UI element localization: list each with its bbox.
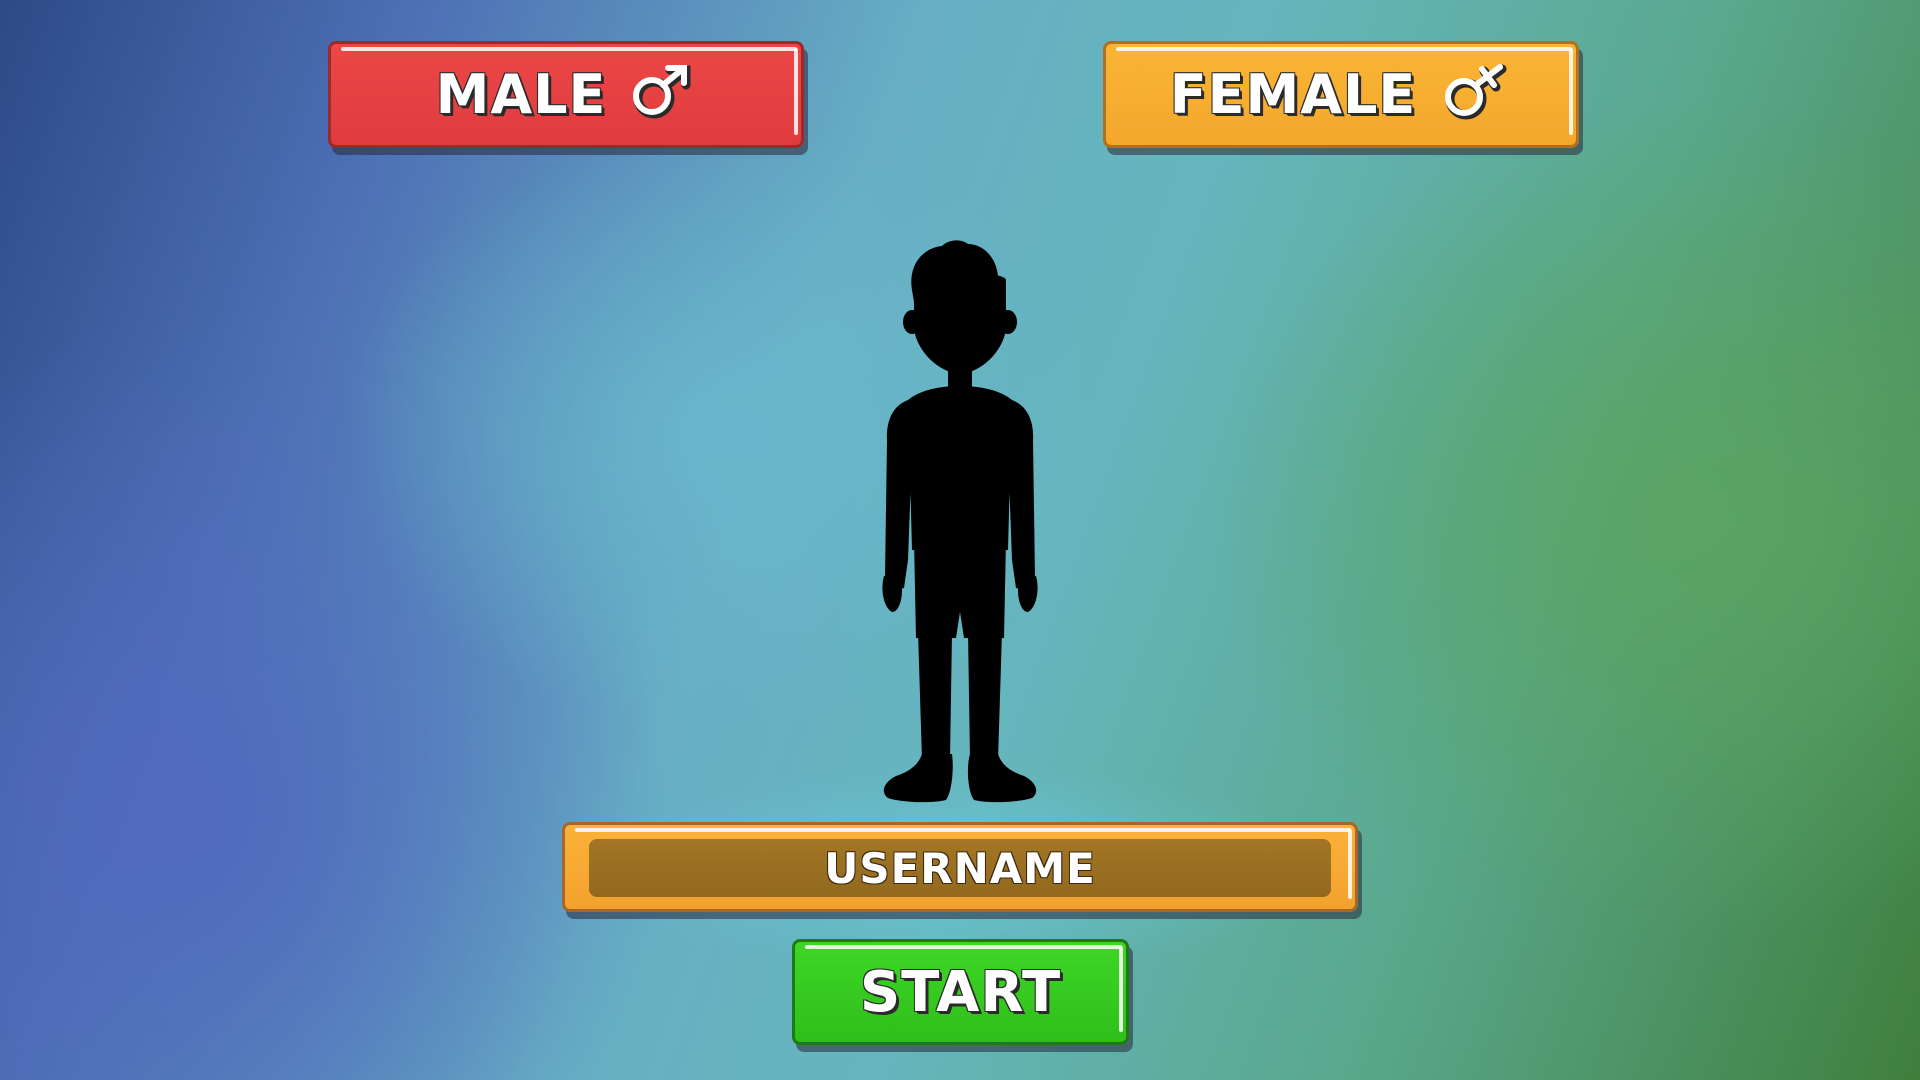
username-placeholder: USERNAME: [824, 843, 1096, 893]
start-button[interactable]: START: [792, 939, 1129, 1045]
female-button[interactable]: FEMALE: [1103, 41, 1579, 148]
character-silhouette: [882, 240, 1038, 803]
male-button[interactable]: MALE: [328, 41, 804, 148]
start-button-label: START: [859, 959, 1062, 1025]
username-input[interactable]: USERNAME: [562, 822, 1358, 912]
female-button-label: FEMALE: [1169, 63, 1417, 126]
female-symbol-icon: [1440, 63, 1512, 127]
username-field[interactable]: USERNAME: [589, 839, 1331, 897]
male-button-label: MALE: [435, 63, 607, 126]
male-symbol-icon: [630, 64, 696, 126]
